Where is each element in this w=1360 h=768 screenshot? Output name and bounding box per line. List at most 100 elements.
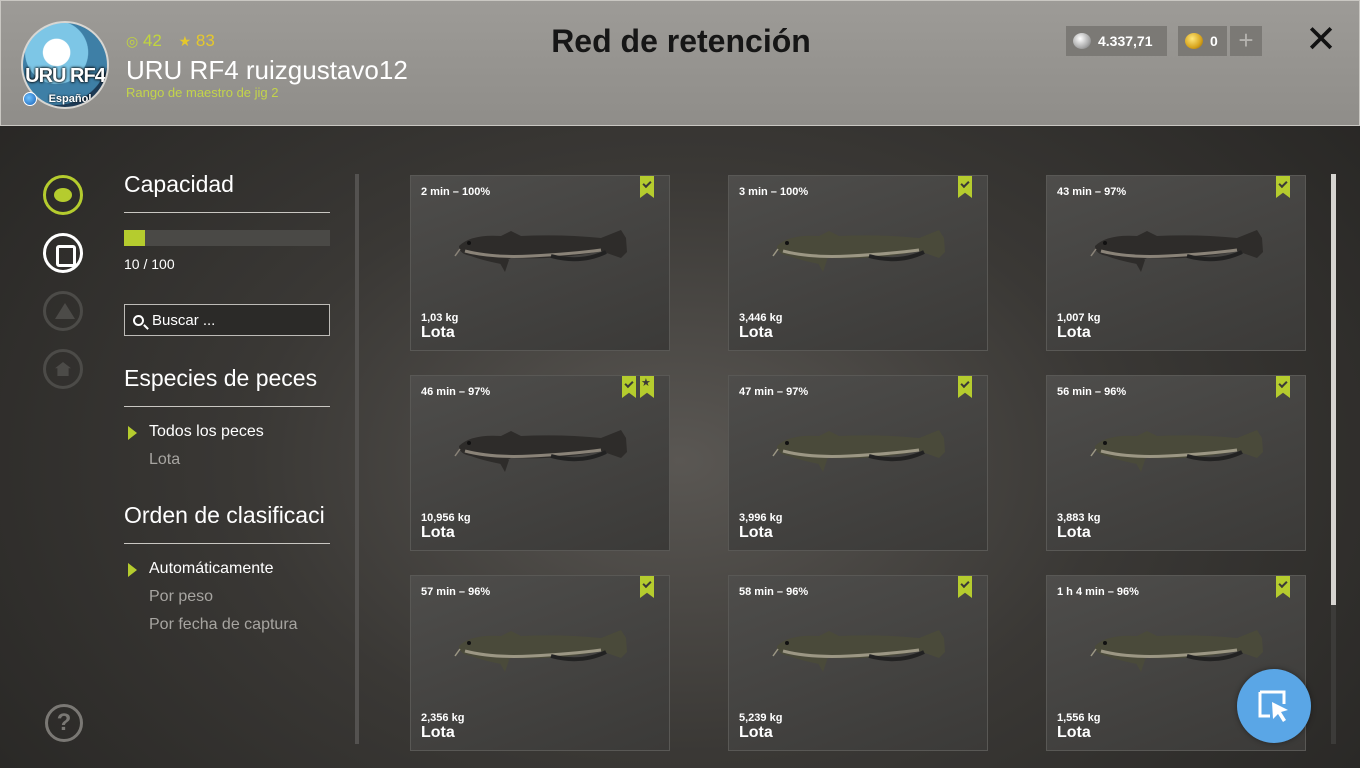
help-button[interactable]: ? [45,704,83,742]
username: URU RF4 ruizgustavo12 [126,55,408,85]
rank-text: Rango de maestro de jig 2 [126,85,279,100]
cursor-icon [1258,690,1288,722]
species-option-all[interactable]: Todos los peces [149,423,264,441]
gold-coins-icon [1185,33,1203,49]
species-title: Especies de peces [124,365,318,391]
sort-option-date[interactable]: Por fecha de captura [149,616,298,634]
level-value: 42 [142,31,162,50]
catch-species: Lota [739,724,773,741]
sort-title: Orden de clasificaci [124,502,325,528]
bookmark-check-icon[interactable] [958,376,972,398]
home-tab-icon[interactable] [43,349,83,389]
burbot-fish-icon [454,230,627,272]
search-input[interactable] [152,311,312,329]
capacity-text: 10 / 100 [124,256,175,272]
catch-weight: 3,883 kg [1057,512,1101,524]
catch-species: Lota [739,524,773,541]
avatar-text: URU RF4 [25,65,106,87]
bookmark-check-icon[interactable] [640,576,654,598]
top-bar: URU RF4 Español ◎ 42 ★ 83 URU RF4 ruizgu… [0,0,1360,126]
catch-species: Lota [421,324,455,341]
tent-tab-icon[interactable] [43,291,83,331]
species-option-lota[interactable]: Lota [149,451,180,469]
capacity-title: Capacidad [124,171,234,197]
burbot-fish-icon [1090,430,1263,472]
selected-triangle-icon [128,426,137,440]
level-icon: ◎ [126,33,139,49]
bookmark-check-icon[interactable] [958,576,972,598]
catch-time: 58 min – 96% [739,586,809,598]
stars-badge: ★ 83 [179,31,215,51]
selected-triangle-icon [128,563,137,577]
burbot-fish-icon [454,630,627,672]
column-divider [355,174,359,744]
catch-weight: 10,956 kg [421,512,471,524]
burbot-fish-icon [1090,230,1263,272]
catch-weight: 5,239 kg [739,712,783,724]
catch-species: Lota [1057,724,1091,741]
catch-species: Lota [1057,524,1091,541]
catch-species: Lota [739,324,773,341]
catch-card[interactable]: 47 min – 97% 3,996 kg Lota [728,375,988,551]
capacity-fill [124,230,145,246]
burbot-fish-icon [772,230,945,272]
bookmark-check-icon[interactable] [1276,376,1290,398]
silver-coins-icon [1073,33,1091,49]
burbot-fish-icon [772,630,945,672]
catch-card[interactable]: 43 min – 97% 1,007 kg Lota [1046,175,1306,351]
catch-weight: 3,446 kg [739,312,783,324]
gold-balance: 0 [1178,26,1227,56]
fish-net-tab-icon[interactable] [43,175,83,215]
add-gold-button[interactable]: + [1230,26,1262,56]
catch-species: Lota [421,724,455,741]
catch-card[interactable]: 56 min – 96% 3,883 kg Lota [1046,375,1306,551]
divider [124,406,330,407]
catch-time: 43 min – 97% [1057,186,1127,198]
catch-species: Lota [421,524,455,541]
catch-time: 56 min – 96% [1057,386,1127,398]
catch-weight: 2,356 kg [421,712,465,724]
catch-time: 57 min – 96% [421,586,491,598]
catch-time: 46 min – 97% [421,386,491,398]
silver-amount: 4.337,71 [1098,33,1153,49]
fish-cage-tab-icon[interactable] [43,233,83,273]
bookmark-check-icon[interactable] [622,376,636,398]
capacity-bar [124,230,330,246]
bookmark-check-icon[interactable] [958,176,972,198]
bookmark-check-icon[interactable] [640,176,654,198]
catch-time: 1 h 4 min – 96% [1057,586,1139,598]
star-icon: ★ [178,33,192,49]
scrollbar-thumb[interactable] [1331,174,1336,605]
catch-card[interactable]: 3 min – 100% 3,446 kg Lota [728,175,988,351]
sort-option-auto[interactable]: Automáticamente [149,560,274,578]
silver-balance: 4.337,71 [1066,26,1167,56]
bookmark-check-icon[interactable] [1276,176,1290,198]
burbot-fish-icon [772,430,945,472]
catch-card[interactable]: 57 min – 96% 2,356 kg Lota [410,575,670,751]
catch-card[interactable]: 46 min – 97% 10,956 kg Lota [410,375,670,551]
burbot-fish-icon [1090,630,1263,672]
close-button[interactable]: ✕ [1303,21,1339,59]
catch-card[interactable]: 2 min – 100% 1,03 kg Lota [410,175,670,351]
burbot-fish-icon [454,430,627,472]
globe-icon [23,92,37,106]
catch-weight: 1,556 kg [1057,712,1101,724]
gold-amount: 0 [1210,33,1218,49]
catch-species: Lota [1057,324,1091,341]
level-badge: ◎ 42 [126,31,162,51]
search-icon [133,314,144,326]
divider [124,543,330,544]
catch-time: 2 min – 100% [421,186,491,198]
sort-option-weight[interactable]: Por peso [149,588,213,606]
page-title: Red de retención [551,23,811,59]
bookmark-star-icon[interactable] [640,376,654,398]
catch-card[interactable]: 58 min – 96% 5,239 kg Lota [728,575,988,751]
catch-time: 47 min – 97% [739,386,809,398]
catch-weight: 1,03 kg [421,312,459,324]
stars-value: 83 [195,31,215,50]
cursor-mode-button[interactable] [1237,669,1311,743]
catch-time: 3 min – 100% [739,186,809,198]
catch-weight: 1,007 kg [1057,312,1101,324]
search-field[interactable] [124,304,330,336]
bookmark-check-icon[interactable] [1276,576,1290,598]
